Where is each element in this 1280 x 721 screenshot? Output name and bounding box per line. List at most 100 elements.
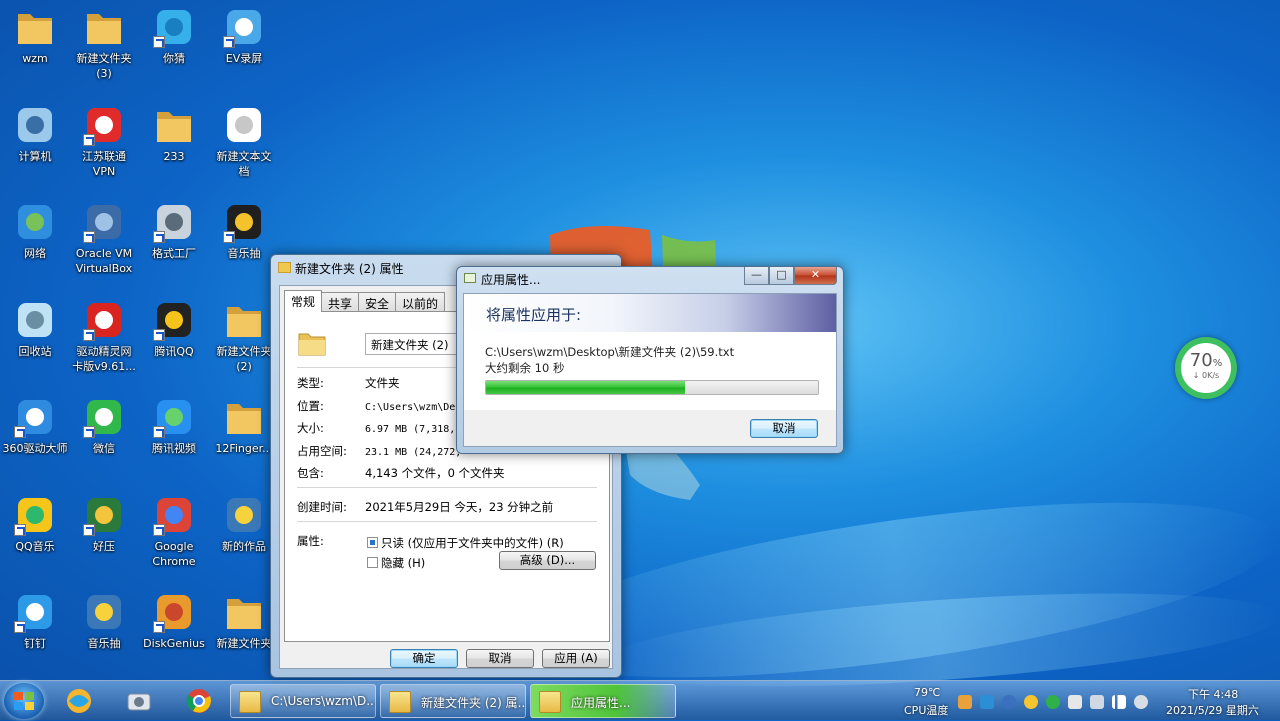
network-speed-widget[interactable]: 70% ↓ 0K/s — [1175, 337, 1237, 399]
clock-time[interactable]: 下午 4:48 — [1188, 686, 1238, 702]
readonly-check-box[interactable] — [367, 537, 378, 548]
shortcut-arrow-icon — [83, 426, 95, 438]
apply-titlebar[interactable]: 应用属性... — □ ✕ — [457, 267, 843, 291]
desktop-icon[interactable]: DiskGenius — [139, 591, 209, 651]
desktop-icon[interactable]: 新建文本文 档 — [209, 104, 279, 179]
desktop-icon[interactable]: 回收站 — [0, 299, 70, 359]
apply-button[interactable]: 应用 (A) — [542, 649, 610, 668]
tencent-video-icon — [153, 396, 195, 438]
clock-date[interactable]: 2021/5/29 星期六 — [1166, 702, 1259, 718]
desktop-icon[interactable]: 新建文件夹 (3) — [69, 6, 139, 81]
desktop-icon[interactable]: 你猜 — [139, 6, 209, 66]
desktop-icon[interactable]: EV录屏 — [209, 6, 279, 66]
taskbar-format-factory-icon[interactable] — [112, 684, 166, 718]
shortcut-arrow-icon — [153, 523, 165, 536]
desktop-icon[interactable]: 江苏联通 VPN — [69, 104, 139, 179]
taskbar-properties-window[interactable]: 新建文件夹 (2) 属... — [380, 684, 526, 718]
taskbar-explorer-window[interactable]: C:\Users\wzm\D... — [230, 684, 376, 718]
taskbar-360-icon[interactable] — [52, 684, 106, 718]
desktop-icon[interactable]: 360驱动大师 — [0, 396, 70, 456]
update-tray-icon[interactable] — [1046, 695, 1060, 709]
maximize-button[interactable]: □ — [769, 267, 794, 285]
hidden-check-box[interactable] — [367, 557, 378, 568]
ok-button[interactable]: 确定 — [390, 649, 458, 668]
desktop-icon[interactable]: 新建文件夹 (2) — [209, 299, 279, 374]
desktop-icon[interactable]: 新建文件夹 — [209, 591, 279, 651]
desktop-icon[interactable]: 音乐抽 — [69, 591, 139, 651]
time-remaining: 大约剩余 10 秒 — [485, 361, 565, 375]
folder-large-icon — [298, 333, 326, 356]
start-button[interactable] — [4, 683, 44, 719]
desktop-icon-label: 驱动精灵网 卡版v9.61... — [72, 344, 136, 373]
desktop-icon-label: 网络 — [24, 247, 46, 260]
desktop-icon-label: 江苏联通 VPN — [82, 149, 126, 178]
desktop-icon[interactable]: Google Chrome — [139, 494, 209, 569]
cpu-temperature-label: CPU温度 — [904, 704, 949, 717]
desktop-icon[interactable]: wzm — [0, 6, 70, 66]
volume-icon[interactable] — [1134, 695, 1148, 709]
desktop-icon[interactable]: 好压 — [69, 494, 139, 554]
folder-icon — [223, 396, 265, 438]
cpu-temperature: 79℃ — [914, 686, 941, 699]
desktop-icon-label: 好压 — [93, 539, 115, 553]
disk-size-row: 占用空间: 23.1 MB (24,272, — [297, 443, 461, 459]
shortcut-arrow-icon — [223, 231, 235, 243]
desktop-icon[interactable]: 网络 — [0, 201, 70, 261]
shortcut-arrow-icon — [153, 621, 165, 633]
desktop-icon-label: 新建文件夹 (2) — [216, 344, 272, 373]
desktop-icon[interactable]: 新的作品 — [209, 494, 279, 554]
shortcut-arrow-icon — [83, 523, 95, 536]
desktop-icon[interactable]: 钉钉 — [0, 591, 70, 651]
taskbar-chrome-icon[interactable] — [172, 684, 226, 718]
desktop-icon[interactable]: 12Finger... — [209, 396, 279, 456]
taskbar-apply-window[interactable]: 应用属性... — [530, 684, 676, 718]
folder-icon — [239, 691, 261, 713]
desktop-icon[interactable]: 格式工厂 — [139, 201, 209, 261]
security-tray-icon[interactable] — [958, 695, 972, 709]
desktop-icon[interactable]: 233 — [139, 104, 209, 164]
desktop-icon[interactable]: 腾讯视频 — [139, 396, 209, 456]
location-row: 位置: C:\Users\wzm\Desk — [297, 398, 467, 414]
tab-sharing[interactable]: 共享 — [321, 292, 360, 312]
network-tray-icon[interactable] — [980, 695, 994, 709]
tab-general[interactable]: 常规 — [284, 290, 323, 312]
360-tray-icon[interactable] — [1024, 695, 1038, 709]
desktop-icon[interactable]: QQ音乐 — [0, 494, 70, 554]
desktop-icon[interactable]: 计算机 — [0, 104, 70, 164]
divider — [297, 521, 597, 522]
readonly-checkbox[interactable]: 只读 (仅应用于文件夹中的文件) (R) — [367, 535, 564, 551]
desktop-icon[interactable]: 微信 — [69, 396, 139, 456]
driver-master-icon — [14, 396, 56, 438]
cancel-button[interactable]: 取消 — [466, 649, 534, 668]
apply-attributes-dialog[interactable]: 应用属性... — □ ✕ 将属性应用于: C:\Users\wzm\Deskt… — [456, 266, 844, 454]
desktop-icon-label: wzm — [22, 52, 48, 65]
diskgenius-icon — [153, 591, 195, 633]
flag-icon[interactable] — [1068, 695, 1082, 709]
readonly-label: 只读 (仅应用于文件夹中的文件) (R) — [381, 536, 564, 550]
tab-previous-versions[interactable]: 以前的 — [395, 292, 446, 312]
taskbar-task-label: C:\Users\wzm\D... — [271, 694, 376, 708]
folder-icon — [153, 104, 195, 146]
contains-row: 包含: 4,143 个文件，0 个文件夹 — [297, 465, 505, 481]
tab-security[interactable]: 安全 — [358, 292, 397, 312]
minimize-button[interactable]: — — [744, 267, 769, 285]
bluetooth-icon[interactable] — [1002, 695, 1016, 709]
desktop-icon-label: 新建文件夹 (3) — [76, 52, 132, 80]
qq-icon — [153, 299, 195, 341]
advanced-button[interactable]: 高级 (D)... — [499, 551, 596, 570]
signal-icon[interactable] — [1112, 695, 1126, 709]
desktop-icon[interactable]: 驱动精灵网 卡版v9.61... — [69, 299, 139, 374]
desktop-icon-label: 腾讯QQ — [154, 344, 194, 358]
desktop-icon[interactable]: 腾讯QQ — [139, 299, 209, 359]
close-button[interactable]: ✕ — [794, 267, 837, 285]
hidden-checkbox[interactable]: 隐藏 (H) — [367, 555, 425, 571]
hidden-label: 隐藏 (H) — [381, 556, 426, 570]
desktop-icon[interactable]: Oracle VM VirtualBox — [69, 201, 139, 276]
location-value: C:\Users\wzm\Desk — [365, 402, 468, 413]
progress-fill — [486, 381, 686, 394]
desktop-icon[interactable]: 音乐抽 — [209, 201, 279, 261]
power-icon[interactable] — [1090, 695, 1104, 709]
computer-icon — [14, 104, 56, 146]
cancel-apply-button[interactable]: 取消 — [750, 419, 818, 438]
desktop-icon-label: 12Finger... — [215, 442, 273, 455]
